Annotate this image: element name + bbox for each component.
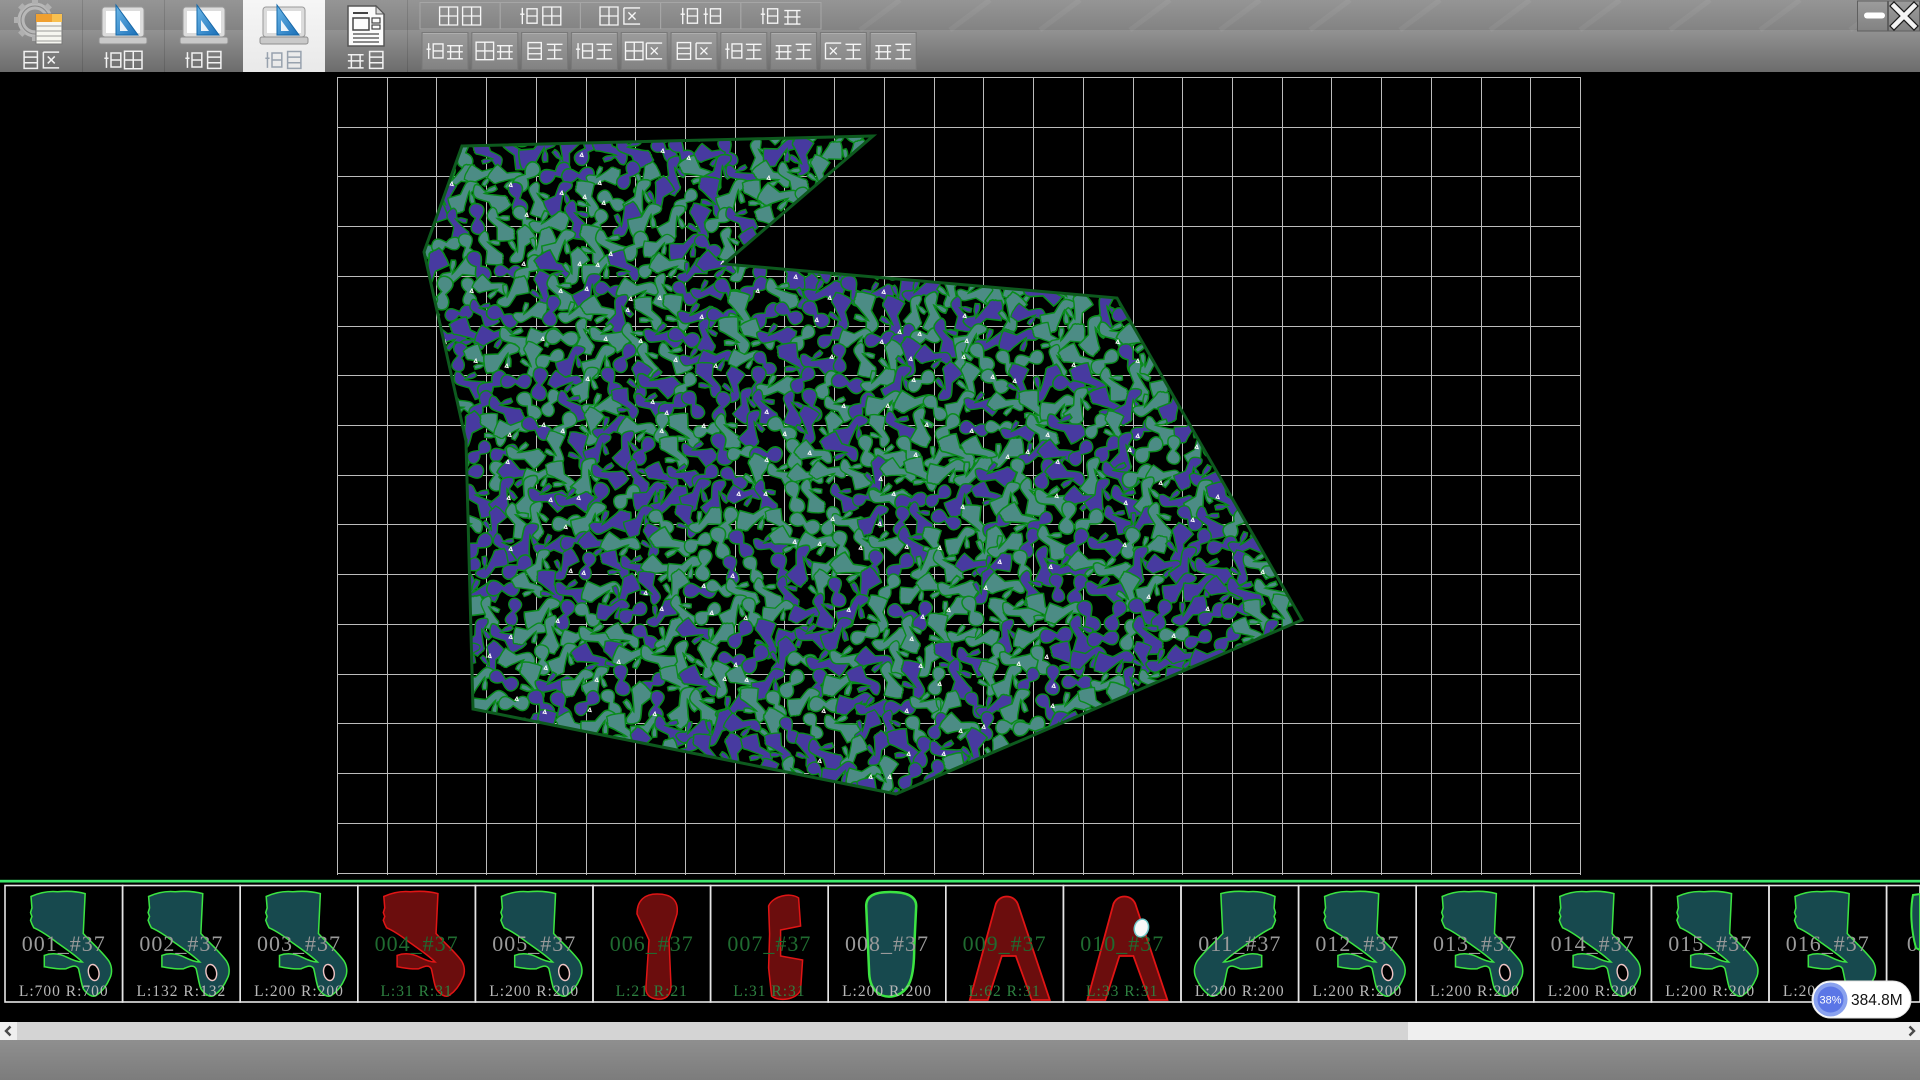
svg-text:014_#37: 014_#37 xyxy=(1551,931,1635,956)
svg-text:001_#37: 001_#37 xyxy=(22,931,106,956)
svg-text:004_#37: 004_#37 xyxy=(375,931,459,956)
svg-text:L:33 R:31: L:33 R:31 xyxy=(1086,983,1158,1000)
svg-text:002_#37: 002_#37 xyxy=(139,931,223,956)
svg-text:L:62 R:31: L:62 R:31 xyxy=(968,983,1040,1000)
svg-text:015_#37: 015_#37 xyxy=(1668,931,1752,956)
svg-text:L:200 R:200: L:200 R:200 xyxy=(1665,983,1755,1000)
svg-text:005_#37: 005_#37 xyxy=(492,931,576,956)
svg-text:L:132 R:132: L:132 R:132 xyxy=(137,983,227,1000)
svg-text:L:200 R:200: L:200 R:200 xyxy=(1548,983,1638,1000)
svg-text:007_#37: 007_#37 xyxy=(727,931,811,956)
svg-text:012_#37: 012_#37 xyxy=(1315,931,1399,956)
svg-text:L:200 R:200: L:200 R:200 xyxy=(842,983,932,1000)
svg-text:013_#37: 013_#37 xyxy=(1433,931,1517,956)
svg-text:008_#37: 008_#37 xyxy=(845,931,929,956)
svg-text:L:700 R:700: L:700 R:700 xyxy=(19,983,109,1000)
svg-text:003_#37: 003_#37 xyxy=(257,931,341,956)
svg-text:L:200 R:200: L:200 R:200 xyxy=(1430,983,1520,1000)
svg-text:011_#37: 011_#37 xyxy=(1198,931,1281,956)
svg-text:010_#37: 010_#37 xyxy=(1080,931,1164,956)
svg-text:009_#37: 009_#37 xyxy=(963,931,1047,956)
svg-text:L:31 R:31: L:31 R:31 xyxy=(733,983,805,1000)
svg-text:384.8M: 384.8M xyxy=(1851,992,1903,1009)
svg-text:L:21 R:21: L:21 R:21 xyxy=(616,983,688,1000)
svg-text:L:31 R:31: L:31 R:31 xyxy=(380,983,452,1000)
svg-text:L:200 R:200: L:200 R:200 xyxy=(1313,983,1403,1000)
svg-text:L:200 R:200: L:200 R:200 xyxy=(1195,983,1285,1000)
svg-text:L:200 R:200: L:200 R:200 xyxy=(254,983,344,1000)
svg-text:L:200 R:200: L:200 R:200 xyxy=(489,983,579,1000)
svg-text:016_#37: 016_#37 xyxy=(1786,931,1870,956)
svg-text:38%: 38% xyxy=(1819,995,1841,1007)
svg-text:006_#37: 006_#37 xyxy=(610,931,694,956)
